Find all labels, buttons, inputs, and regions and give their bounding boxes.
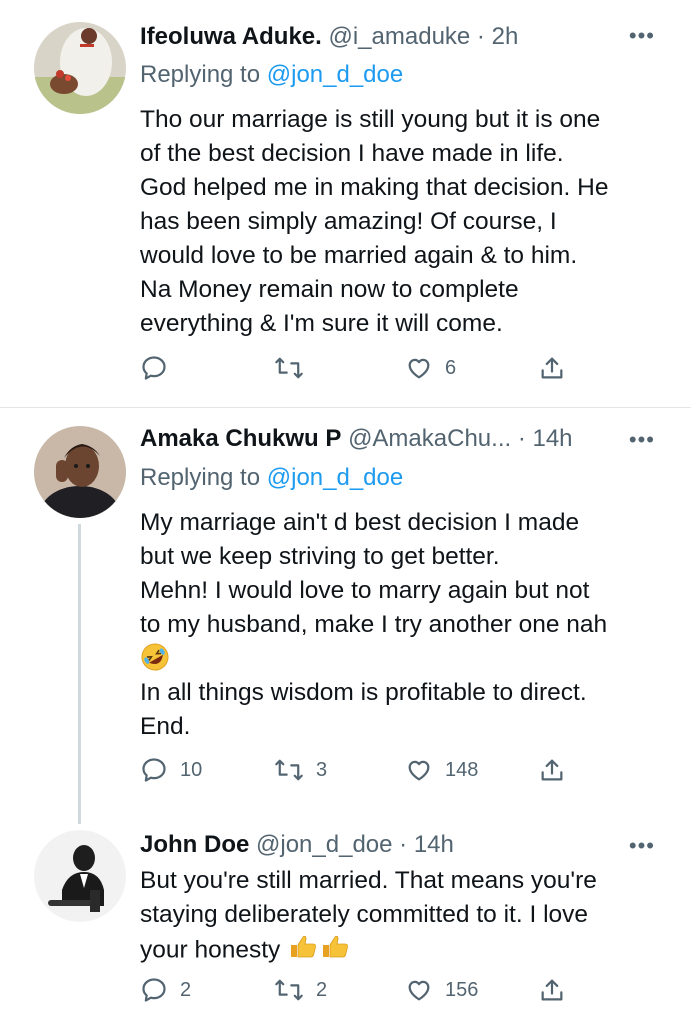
avatar[interactable]	[34, 830, 126, 922]
text-line: God helped me in making that decision. H…	[140, 174, 609, 201]
retweet-icon	[274, 354, 304, 382]
avatar[interactable]	[34, 22, 126, 114]
retweet-button[interactable]: 3	[274, 756, 327, 784]
text-line: to my husband, make I try another one na…	[140, 611, 608, 638]
user-handle[interactable]: @jon_d_doe	[256, 831, 392, 858]
text-line: staying deliberately committed to it. I …	[140, 901, 589, 928]
share-icon	[538, 354, 566, 382]
reply-button[interactable]: 2	[140, 976, 191, 1004]
timestamp[interactable]: 2h	[492, 23, 519, 50]
action-bar: 2 2 156	[0, 976, 691, 1012]
retweet-icon	[274, 756, 304, 784]
avatar[interactable]	[34, 426, 126, 518]
separator-dot: ·	[511, 425, 533, 452]
action-bar: 10 3 148	[0, 756, 691, 792]
text-line: Tho our marriage is still young but it i…	[140, 106, 601, 133]
text-line-with-emoji: your honesty	[140, 932, 670, 970]
timestamp[interactable]: 14h	[532, 425, 572, 452]
like-button[interactable]: 148	[405, 756, 478, 784]
tweet-text: But you're still married. That means you…	[140, 864, 670, 970]
share-button[interactable]	[538, 976, 566, 1004]
text-line: Na Money remain now to complete	[140, 276, 519, 303]
reply-icon	[140, 976, 168, 1004]
thumbs-up-emoji	[287, 932, 351, 970]
retweet-button[interactable]: 2	[274, 976, 327, 1004]
mention-link[interactable]: @jon_d_doe	[267, 61, 403, 88]
reply-icon	[140, 354, 168, 382]
tweet-john-doe[interactable]: John Doe @jon_d_doe · 14h ••• But you're…	[0, 820, 691, 1024]
more-icon[interactable]: •••	[629, 25, 655, 47]
reply-button[interactable]: 10	[140, 756, 202, 784]
text-line: but we keep striving to get better.	[140, 543, 500, 570]
like-icon	[405, 354, 433, 382]
like-button[interactable]: 6	[405, 354, 456, 382]
tweet-ifeoluwa[interactable]: Ifeoluwa Aduke. @i_amaduke · 2h ••• Repl…	[0, 0, 691, 408]
reply-count: 10	[180, 758, 203, 781]
retweet-button[interactable]	[274, 354, 316, 382]
text-line: your honesty	[140, 936, 281, 964]
reply-button[interactable]	[140, 354, 180, 382]
display-name[interactable]: Ifeoluwa Aduke.	[140, 23, 322, 50]
retweet-count: 2	[316, 978, 328, 1001]
text-line: of the best decision I have made in life…	[140, 140, 564, 167]
text-line: would love to be married again & to him.	[140, 242, 578, 269]
like-count: 156	[445, 978, 479, 1001]
more-icon[interactable]: •••	[629, 835, 655, 857]
replying-to: Replying to @jon_d_doe	[140, 463, 403, 493]
text-line: End.	[140, 713, 191, 740]
mention-link[interactable]: @jon_d_doe	[267, 464, 403, 491]
tweet-header: Amaka Chukwu P @AmakaChu... · 14h	[140, 424, 671, 454]
display-name[interactable]: John Doe	[140, 831, 249, 858]
retweet-icon	[274, 976, 304, 1004]
share-icon	[538, 976, 566, 1004]
tweet-header: John Doe @jon_d_doe · 14h	[140, 830, 671, 860]
tweet-text: My marriage ain't d best decision I made…	[140, 506, 670, 744]
tweet-header: Ifeoluwa Aduke. @i_amaduke · 2h	[140, 22, 671, 52]
reply-icon	[140, 756, 168, 784]
like-count: 148	[445, 758, 479, 781]
replying-label: Replying to	[140, 61, 261, 88]
replying-to: Replying to @jon_d_doe	[140, 60, 403, 90]
text-line: everything & I'm sure it will come.	[140, 310, 503, 337]
text-line: My marriage ain't d best decision I made	[140, 509, 580, 536]
like-icon	[405, 756, 433, 784]
display-name[interactable]: Amaka Chukwu P	[140, 425, 341, 452]
tweet-text: Tho our marriage is still young but it i…	[140, 103, 670, 341]
text-line: In all things wisdom is profitable to di…	[140, 679, 587, 706]
share-icon	[538, 756, 566, 784]
text-line: has been simply amazing! Of course, I	[140, 208, 557, 235]
replying-label: Replying to	[140, 464, 261, 491]
retweet-count: 3	[316, 758, 328, 781]
user-handle[interactable]: @AmakaChu...	[348, 425, 511, 452]
separator-dot: ·	[470, 23, 492, 50]
separator-dot: ·	[392, 831, 414, 858]
like-button[interactable]: 156	[405, 976, 478, 1004]
tweet-amaka[interactable]: Amaka Chukwu P @AmakaChu... · 14h ••• Re…	[0, 408, 691, 820]
timestamp[interactable]: 14h	[414, 831, 454, 858]
reply-count: 2	[180, 978, 192, 1001]
share-button[interactable]	[538, 354, 566, 382]
text-line: But you're still married. That means you…	[140, 867, 597, 894]
more-icon[interactable]: •••	[629, 429, 655, 451]
emoji-line	[140, 642, 670, 676]
text-line: Mehn! I would love to marry again but no…	[140, 577, 590, 604]
user-handle[interactable]: @i_amaduke	[328, 23, 470, 50]
share-button[interactable]	[538, 756, 566, 784]
like-icon	[405, 976, 433, 1004]
action-bar: 6	[0, 354, 691, 390]
like-count: 6	[445, 356, 457, 379]
